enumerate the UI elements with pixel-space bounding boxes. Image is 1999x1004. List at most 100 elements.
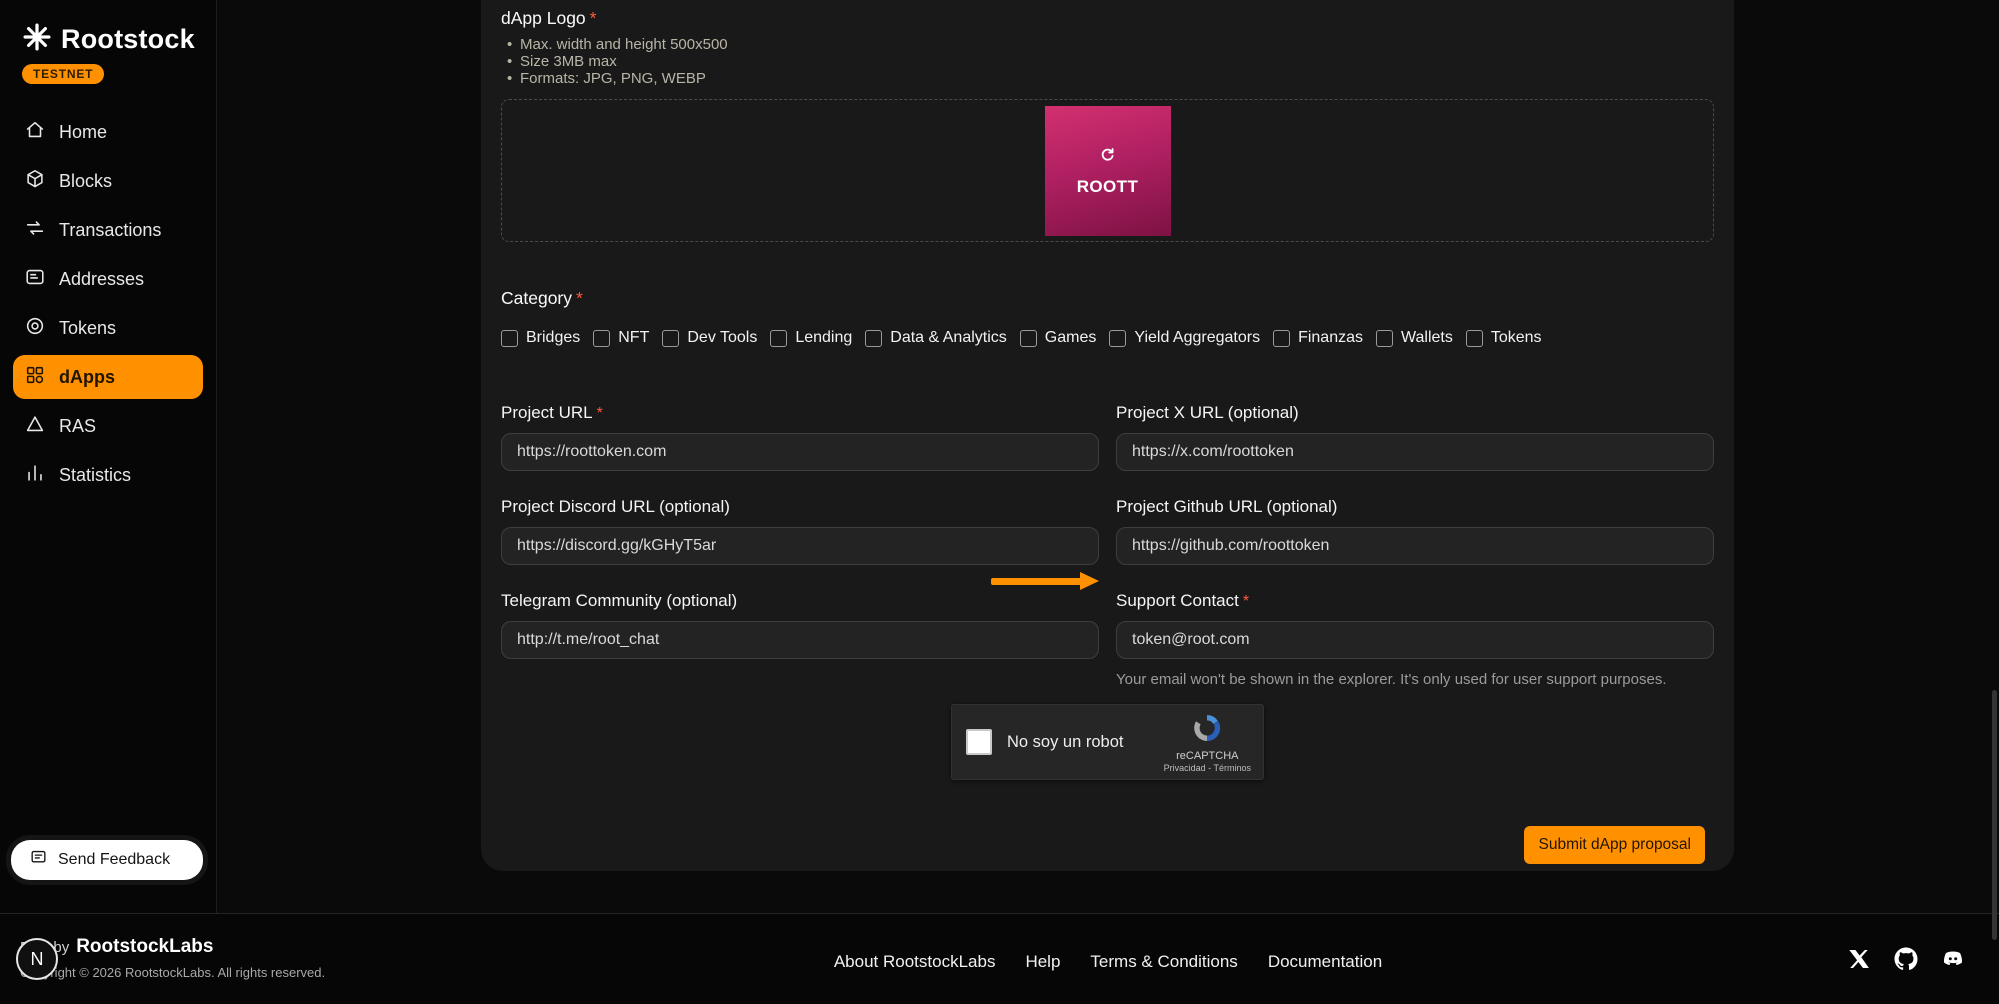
project-discord-url-input[interactable] — [501, 527, 1099, 565]
github-icon[interactable] — [1893, 946, 1918, 971]
field-label: Project X URL (optional) — [1116, 403, 1299, 422]
testnet-badge: TESTNET — [22, 64, 104, 84]
brand: Rootstock TESTNET — [0, 0, 216, 84]
category-option-yield-aggregators[interactable]: Yield Aggregators — [1109, 329, 1260, 347]
rootstock-logo-icon — [22, 22, 52, 57]
field-label: Project URL — [501, 403, 593, 422]
telegram-community-input[interactable] — [501, 621, 1099, 659]
category-option-dev-tools[interactable]: Dev Tools — [662, 329, 757, 347]
logo-rules-list: Max. width and height 500x500 Size 3MB m… — [505, 37, 1714, 87]
category-option-label: Lending — [795, 329, 852, 347]
footer-link-documentation[interactable]: Documentation — [1268, 952, 1382, 972]
field-project-github-url: Project Github URL (optional) — [1116, 497, 1714, 565]
recaptcha-privacy-terms[interactable]: Privacidad - Términos — [1164, 763, 1251, 773]
category-option-bridges[interactable]: Bridges — [501, 329, 580, 347]
category-option-tokens[interactable]: Tokens — [1466, 329, 1542, 347]
recaptcha-widget: No soy un robot reCAPTCHA Privacidad - T… — [951, 704, 1264, 780]
checkbox[interactable] — [1109, 330, 1126, 347]
sidebar-item-tokens[interactable]: Tokens — [13, 306, 203, 350]
sidebar-item-transactions[interactable]: Transactions — [13, 208, 203, 252]
field-label: Telegram Community (optional) — [501, 591, 737, 610]
x-twitter-icon[interactable] — [1846, 946, 1871, 971]
sidebar-item-label: Home — [59, 122, 107, 143]
category-option-games[interactable]: Games — [1020, 329, 1097, 347]
category-option-nft[interactable]: NFT — [593, 329, 649, 347]
required-asterisk: * — [590, 8, 597, 28]
category-option-label: Wallets — [1401, 329, 1453, 347]
checkbox[interactable] — [865, 330, 882, 347]
logo-preview-text: ROOTT — [1077, 177, 1139, 197]
discord-icon[interactable] — [1940, 946, 1965, 971]
avatar: N — [16, 938, 58, 980]
sidebar-item-label: Tokens — [59, 318, 116, 339]
required-asterisk: * — [597, 405, 603, 422]
recaptcha-checkbox[interactable] — [966, 729, 992, 755]
checkbox[interactable] — [501, 330, 518, 347]
footer: Built byRootstockLabs Copyright © 2026 R… — [0, 913, 1999, 1004]
sidebar-item-dapps[interactable]: dApps — [13, 355, 203, 399]
swap-arrows-icon — [24, 217, 46, 244]
category-option-data-analytics[interactable]: Data & Analytics — [865, 329, 1007, 347]
support-contact-input[interactable] — [1116, 621, 1714, 659]
sidebar-item-blocks[interactable]: Blocks — [13, 159, 203, 203]
form-grid: Project URL* Project X URL (optional) Pr… — [501, 403, 1714, 688]
category-options-row: Bridges NFT Dev Tools Lending Data & Ana… — [501, 329, 1714, 347]
project-x-url-input[interactable] — [1116, 433, 1714, 471]
project-url-input[interactable] — [501, 433, 1099, 471]
rootstock-logo[interactable]: Rootstock — [22, 22, 198, 57]
sidebar-item-addresses[interactable]: Addresses — [13, 257, 203, 301]
dapp-proposal-form-panel: dApp Logo* Max. width and height 500x500… — [481, 0, 1734, 871]
checkbox[interactable] — [770, 330, 787, 347]
checkbox[interactable] — [1273, 330, 1290, 347]
checkbox[interactable] — [1376, 330, 1393, 347]
category-option-lending[interactable]: Lending — [770, 329, 852, 347]
coin-icon — [24, 315, 46, 342]
send-feedback-label: Send Feedback — [58, 851, 170, 869]
footer-social — [1846, 946, 1965, 971]
checkbox[interactable] — [593, 330, 610, 347]
required-asterisk: * — [576, 288, 583, 308]
sidebar-item-label: Transactions — [59, 220, 161, 241]
category-option-label: Yield Aggregators — [1134, 329, 1260, 347]
send-feedback-container: Send Feedback — [6, 835, 208, 885]
field-project-discord-url: Project Discord URL (optional) — [501, 497, 1099, 565]
sidebar-item-label: Blocks — [59, 171, 112, 192]
sidebar-item-ras[interactable]: RAS — [13, 404, 203, 448]
category-option-label: Games — [1045, 329, 1097, 347]
scrollbar-thumb[interactable] — [1992, 690, 1997, 940]
sidebar-item-label: Addresses — [59, 269, 144, 290]
dapp-logo-label: dApp Logo* — [501, 8, 1714, 29]
logo-upload-dropzone[interactable]: ROOTT — [501, 99, 1714, 242]
feedback-icon — [29, 848, 48, 872]
sidebar-item-label: dApps — [59, 367, 115, 388]
category-option-label: NFT — [618, 329, 649, 347]
page: Rootstock TESTNET Home Blocks Transactio… — [0, 0, 1999, 1004]
logo-rule: Formats: JPG, PNG, WEBP — [505, 71, 1714, 87]
footer-link-about[interactable]: About RootstockLabs — [834, 952, 996, 972]
category-option-label: Tokens — [1491, 329, 1542, 347]
field-support-contact: Support Contact* Your email won't be sho… — [1116, 591, 1714, 688]
footer-link-help[interactable]: Help — [1025, 952, 1060, 972]
logo-rule: Size 3MB max — [505, 54, 1714, 70]
category-option-wallets[interactable]: Wallets — [1376, 329, 1453, 347]
required-asterisk: * — [1243, 593, 1249, 610]
checkbox[interactable] — [1020, 330, 1037, 347]
category-option-label: Data & Analytics — [890, 329, 1007, 347]
grid-icon — [24, 364, 46, 391]
submit-dapp-proposal-button[interactable]: Submit dApp proposal — [1524, 826, 1705, 864]
rootstocklabs-link[interactable]: RootstockLabs — [76, 936, 213, 957]
field-project-url: Project URL* — [501, 403, 1099, 471]
footer-link-terms[interactable]: Terms & Conditions — [1090, 952, 1237, 972]
checkbox[interactable] — [662, 330, 679, 347]
checkbox[interactable] — [1466, 330, 1483, 347]
category-option-label: Bridges — [526, 329, 580, 347]
project-github-url-input[interactable] — [1116, 527, 1714, 565]
sidebar-item-label: RAS — [59, 416, 96, 437]
footer-links: About RootstockLabs Help Terms & Conditi… — [217, 952, 1999, 972]
support-contact-helper: Your email won't be shown in the explore… — [1116, 671, 1714, 688]
sidebar: Rootstock TESTNET Home Blocks Transactio… — [0, 0, 217, 913]
sidebar-item-statistics[interactable]: Statistics — [13, 453, 203, 497]
send-feedback-button[interactable]: Send Feedback — [11, 840, 203, 880]
sidebar-item-home[interactable]: Home — [13, 110, 203, 154]
category-option-finanzas[interactable]: Finanzas — [1273, 329, 1363, 347]
